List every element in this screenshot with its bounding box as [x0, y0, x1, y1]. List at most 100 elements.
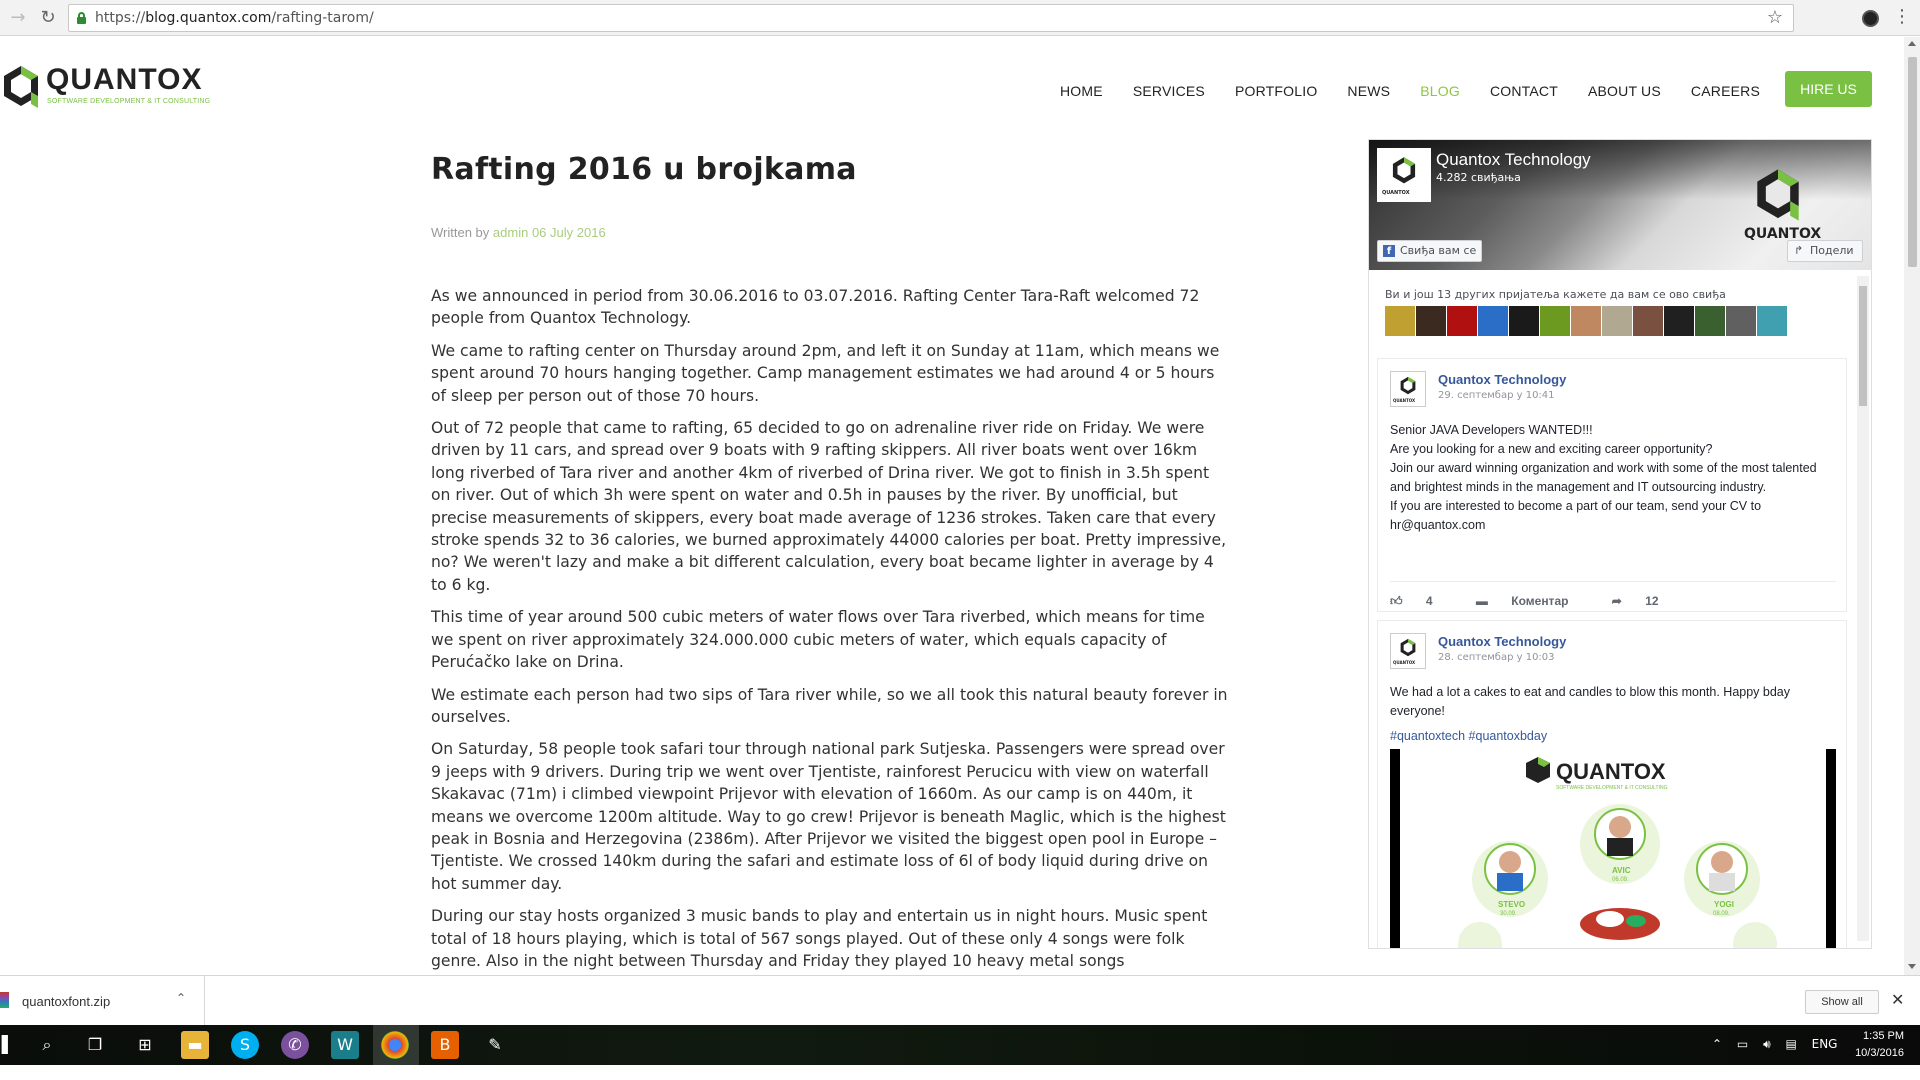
store-icon[interactable]: ⊞: [131, 1031, 159, 1059]
author-link[interactable]: admin: [493, 225, 528, 240]
language-indicator[interactable]: ENG: [1812, 1037, 1838, 1051]
nav-about-us[interactable]: ABOUT US: [1588, 83, 1661, 99]
search-icon[interactable]: ⌕: [33, 1031, 61, 1059]
article-paragraph: During our stay hosts organized 3 music …: [431, 907, 1208, 970]
post-avatar[interactable]: QUANTOX: [1390, 371, 1426, 407]
friend-avatar[interactable]: [1664, 306, 1694, 336]
archive-file-icon: [0, 992, 9, 1008]
task-view-icon[interactable]: ❐: [81, 1031, 109, 1059]
post-line: If you are interested to become a part o…: [1390, 499, 1762, 532]
paint-icon[interactable]: ✎: [481, 1031, 509, 1059]
viber-icon[interactable]: ✆: [281, 1031, 309, 1059]
scroll-down-icon[interactable]: [1908, 964, 1916, 969]
friend-avatar[interactable]: [1726, 306, 1756, 336]
friend-avatar[interactable]: [1633, 306, 1663, 336]
facebook-page-widget: QUANTOX Quantox Technology 4.282 свиђања…: [1368, 139, 1872, 949]
post-like-action[interactable]: 👍︎ 4: [1390, 594, 1453, 608]
article-paragraph: As we announced in period from 30.06.201…: [431, 287, 1200, 328]
post-share-action[interactable]: ➦ 12: [1612, 594, 1679, 608]
article-paragraph: We came to rafting center on Thursday ar…: [431, 341, 1220, 405]
fb-like-count: 4.282 свиђања: [1436, 171, 1521, 184]
skype-icon[interactable]: S: [231, 1031, 259, 1059]
fb-page-avatar[interactable]: QUANTOX: [1377, 148, 1431, 202]
fb-cover-photo[interactable]: QUANTOX Quantox Technology 4.282 свиђања…: [1369, 140, 1871, 270]
post-timestamp[interactable]: 28. септембар у 10:03: [1438, 652, 1555, 663]
friend-avatar[interactable]: [1540, 306, 1570, 336]
fb-share-button[interactable]: ↱ Подели: [1787, 240, 1863, 262]
volume-icon[interactable]: 🔊︎: [1763, 1037, 1771, 1051]
post-comment-action[interactable]: ▬ Коментар: [1476, 594, 1589, 608]
fb-friend-faces: [1385, 306, 1788, 336]
clock-date: 10/3/2016: [1855, 1047, 1904, 1059]
chevron-up-icon[interactable]: ⌃: [176, 991, 186, 1005]
friend-avatar[interactable]: [1509, 306, 1539, 336]
html-editor-icon[interactable]: B: [431, 1031, 459, 1059]
date-link[interactable]: 06 July 2016: [532, 225, 606, 240]
thumbs-up-icon: 👍︎: [1390, 594, 1403, 608]
nav-news[interactable]: NEWS: [1347, 83, 1390, 99]
post-hashtags[interactable]: #quantoxtech #quantoxbday: [1390, 727, 1836, 746]
fb-widget-scrollbar[interactable]: [1857, 276, 1869, 941]
nav-blog[interactable]: BLOG: [1420, 83, 1460, 99]
quantox-logo-icon: [1400, 638, 1416, 657]
fb-like-button[interactable]: f Свиђа вам се: [1377, 240, 1482, 262]
post-author[interactable]: Quantox Technology: [1438, 372, 1566, 387]
forward-icon[interactable]: →: [6, 6, 30, 30]
friend-avatar[interactable]: [1571, 306, 1601, 336]
friend-avatar[interactable]: [1385, 306, 1415, 336]
close-icon[interactable]: ✕: [1891, 990, 1904, 1009]
main-navigation: HOME SERVICES PORTFOLIO NEWS BLOG CONTAC…: [1060, 71, 1790, 111]
bookmark-star-icon[interactable]: ☆: [1767, 7, 1783, 28]
network-icon[interactable]: ▭: [1737, 1037, 1748, 1051]
collage-name: STEVO: [1498, 900, 1525, 909]
chrome-icon[interactable]: [381, 1031, 409, 1059]
browser-menu-icon[interactable]: ⋮: [1893, 6, 1911, 27]
post-avatar[interactable]: QUANTOX: [1390, 633, 1426, 669]
friend-avatar[interactable]: [1602, 306, 1632, 336]
fb-page-name[interactable]: Quantox Technology: [1436, 150, 1591, 170]
friend-avatar[interactable]: [1695, 306, 1725, 336]
post-image[interactable]: QUANTOX SOFTWARE DEVELOPMENT & IT CONSUL…: [1390, 749, 1836, 948]
reload-icon[interactable]: ↻: [36, 6, 60, 30]
fb-share-label: Подели: [1810, 244, 1854, 257]
show-all-button[interactable]: Show all: [1805, 990, 1879, 1014]
nav-contact[interactable]: CONTACT: [1490, 83, 1558, 99]
extension-icon[interactable]: [1862, 10, 1879, 27]
webstorm-icon[interactable]: W: [331, 1031, 359, 1059]
post-line: Senior JAVA Developers WANTED!!!: [1390, 423, 1593, 437]
post-author[interactable]: Quantox Technology: [1438, 634, 1566, 649]
collage-date: 06.09.: [1612, 877, 1629, 883]
taskbar-clock[interactable]: 1:35 PM 10/3/2016: [1840, 1028, 1904, 1062]
start-icon[interactable]: ▌: [0, 1031, 22, 1059]
quantox-logo-icon: [4, 66, 38, 108]
page-scrollbar[interactable]: [1904, 37, 1920, 975]
download-item[interactable]: quantoxfont.zip ⌃: [0, 976, 205, 1026]
site-logo[interactable]: QUANTOX SOFTWARE DEVELOPMENT & IT CONSUL…: [0, 62, 220, 117]
page-scrollbar-thumb[interactable]: [1908, 57, 1917, 267]
meta-prefix: Written by: [431, 225, 490, 240]
post-timestamp[interactable]: 29. септембар у 10:41: [1438, 390, 1555, 401]
nav-careers[interactable]: CAREERS: [1691, 83, 1760, 99]
logo-wordmark: QUANTOX: [46, 63, 203, 96]
article-title: Rafting 2016 u brojkama: [431, 152, 857, 187]
post-line: We had a lot a cakes to eat and candles …: [1390, 685, 1791, 718]
address-bar[interactable]: https://blog.quantox.com/rafting-tarom/ …: [68, 4, 1794, 32]
friend-avatar[interactable]: [1447, 306, 1477, 336]
scroll-up-icon[interactable]: [1908, 41, 1916, 46]
nav-portfolio[interactable]: PORTFOLIO: [1235, 83, 1317, 99]
web-page: QUANTOX SOFTWARE DEVELOPMENT & IT CONSUL…: [0, 37, 1904, 975]
notification-icon[interactable]: ▤: [1785, 1037, 1796, 1051]
nav-services[interactable]: SERVICES: [1133, 83, 1205, 99]
nav-home[interactable]: HOME: [1060, 83, 1103, 99]
hire-us-button[interactable]: HIRE US: [1785, 71, 1872, 107]
collage-date: 08.09.: [1713, 911, 1730, 917]
friend-avatar[interactable]: [1478, 306, 1508, 336]
post-avatar-caption: QUANTOX: [1393, 660, 1416, 665]
comment-icon: ▬: [1475, 594, 1488, 608]
friend-avatar[interactable]: [1416, 306, 1446, 336]
quantox-logo-icon: [1392, 157, 1416, 184]
friend-avatar[interactable]: [1757, 306, 1787, 336]
chevron-up-icon[interactable]: ⌃: [1712, 1037, 1722, 1051]
post-actions: 👍︎ 4 ▬ Коментар ➦ 12: [1390, 581, 1836, 609]
file-explorer-icon[interactable]: ▬: [181, 1031, 209, 1059]
